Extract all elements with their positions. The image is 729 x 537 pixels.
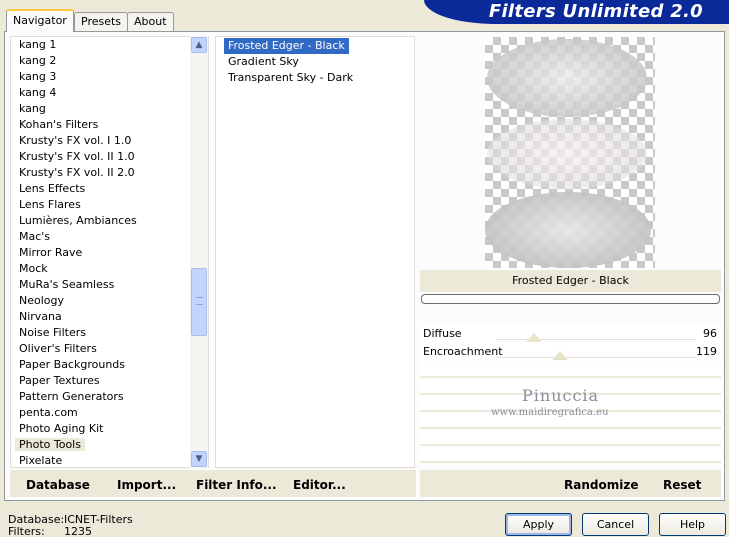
category-list[interactable]: kang 1 kang 2 kang 3 kang 4 kang Kohan's Filt… — [10, 36, 209, 468]
watermark-name: Pinuccia — [522, 386, 600, 405]
category-item[interactable]: MuRa's Seamless — [15, 278, 118, 291]
randomize-button[interactable]: Randomize — [564, 478, 638, 492]
category-item[interactable]: Paper Backgrounds — [15, 358, 129, 371]
param-empty-row — [420, 431, 721, 446]
progress-bar — [421, 294, 720, 304]
category-item[interactable]: Photo Tools — [15, 438, 85, 451]
category-scrollbar[interactable]: ▲ ▼ — [190, 36, 208, 468]
category-item[interactable]: Krusty's FX vol. II 1.0 — [15, 150, 139, 163]
status-value: 1235 — [64, 525, 92, 537]
status-label: Filters: — [8, 525, 45, 537]
category-item[interactable]: Noise Filters — [15, 326, 90, 339]
category-item[interactable]: kang — [15, 102, 50, 115]
param-diffuse[interactable]: Diffuse 96 — [420, 325, 721, 343]
category-item[interactable]: Lumières, Ambiances — [15, 214, 141, 227]
category-item[interactable]: Pixelate — [15, 454, 66, 467]
cancel-button[interactable]: Cancel — [582, 513, 649, 536]
category-item[interactable]: Mirror Rave — [15, 246, 86, 259]
slider-knob[interactable] — [526, 333, 542, 342]
help-button[interactable]: Help — [659, 513, 726, 536]
category-item[interactable]: Kohan's Filters — [15, 118, 102, 131]
editor-button[interactable]: Editor... — [293, 478, 346, 492]
database-button[interactable]: Database — [26, 478, 90, 492]
slider-knob[interactable] — [552, 351, 568, 360]
preview-image — [485, 37, 655, 268]
category-item[interactable]: Lens Effects — [15, 182, 89, 195]
watermark-url: www.maidiregrafica.eu — [491, 407, 609, 418]
category-item[interactable]: Krusty's FX vol. I 1.0 — [15, 134, 135, 147]
preview-filter-name: Frosted Edger - Black — [420, 270, 721, 292]
tab-about[interactable]: About — [127, 12, 174, 31]
filter-item[interactable]: Frosted Edger - Black — [224, 38, 349, 54]
filter-info-button[interactable]: Filter Info... — [196, 478, 277, 492]
reset-button[interactable]: Reset — [663, 478, 701, 492]
filter-item[interactable]: Transparent Sky - Dark — [224, 70, 357, 86]
category-item[interactable]: penta.com — [15, 406, 82, 419]
category-item[interactable]: Pattern Generators — [15, 390, 128, 403]
category-item[interactable]: kang 1 — [15, 38, 60, 51]
param-value: 96 — [703, 327, 717, 340]
tab-presets[interactable]: Presets — [74, 12, 129, 31]
title-banner: Filters Unlimited 2.0 — [424, 0, 729, 24]
tab-navigator[interactable]: Navigator — [6, 9, 74, 32]
category-item[interactable]: Mock — [15, 262, 52, 275]
category-item[interactable]: Paper Textures — [15, 374, 104, 387]
filter-list[interactable]: Frosted Edger - Black Gradient Sky Transpa… — [215, 36, 415, 468]
category-item[interactable]: Oliver's Filters — [15, 342, 101, 355]
category-item[interactable]: kang 2 — [15, 54, 60, 67]
scroll-down-icon[interactable]: ▼ — [191, 451, 207, 467]
scroll-up-icon[interactable]: ▲ — [191, 37, 207, 53]
param-empty-row — [420, 448, 721, 463]
category-item[interactable]: Nirvana — [15, 310, 66, 323]
category-item[interactable]: Photo Aging Kit — [15, 422, 107, 435]
category-item[interactable]: Krusty's FX vol. II 2.0 — [15, 166, 139, 179]
param-label: Encroachment — [423, 345, 503, 358]
param-empty-row — [420, 363, 721, 378]
category-item[interactable]: kang 3 — [15, 70, 60, 83]
status-filters: Filters: 1235 — [8, 525, 92, 537]
param-value: 119 — [696, 345, 717, 358]
scroll-thumb[interactable] — [191, 268, 207, 336]
param-encroachment[interactable]: Encroachment 119 — [420, 343, 721, 361]
category-item[interactable]: Mac's — [15, 230, 54, 243]
param-label: Diffuse — [423, 327, 462, 340]
window-title: Filters Unlimited 2.0 — [488, 1, 703, 22]
category-item[interactable]: Lens Flares — [15, 198, 85, 211]
category-item[interactable]: Neology — [15, 294, 68, 307]
category-item[interactable]: kang 4 — [15, 86, 60, 99]
apply-button[interactable]: Apply — [505, 513, 572, 536]
import-button[interactable]: Import... — [117, 478, 176, 492]
filter-item[interactable]: Gradient Sky — [224, 54, 303, 70]
